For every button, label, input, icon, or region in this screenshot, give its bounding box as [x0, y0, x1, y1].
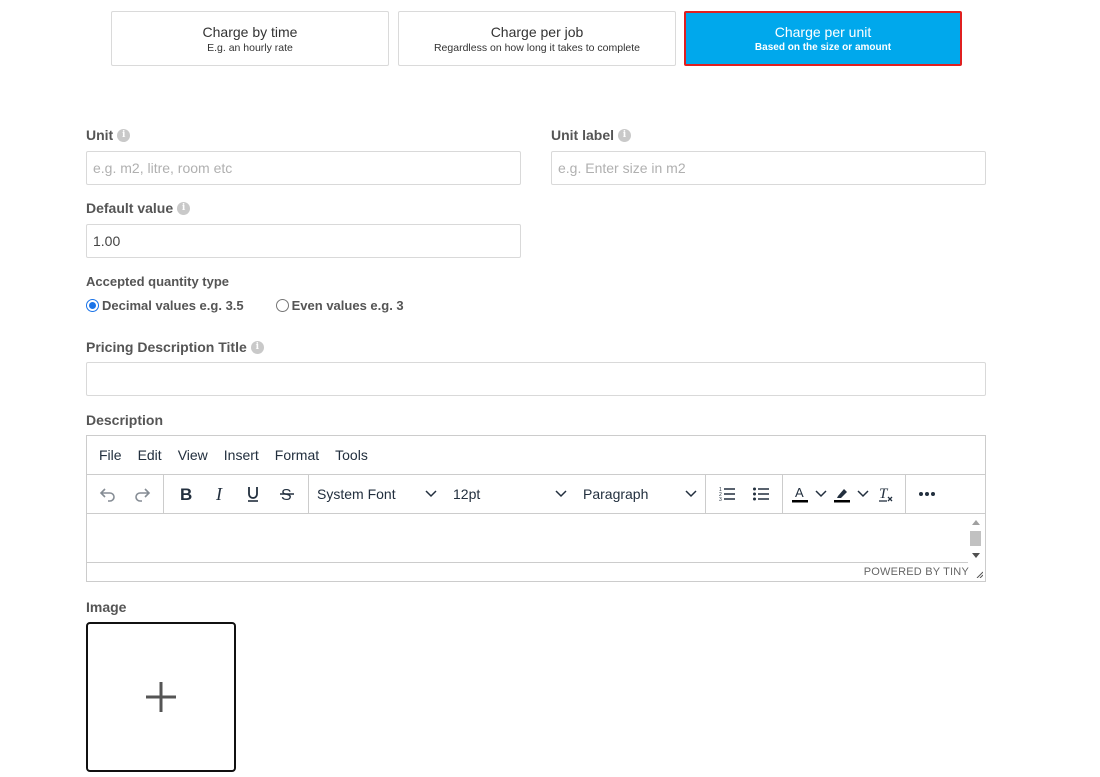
plus-icon	[146, 682, 176, 712]
font-size-select[interactable]: 12pt	[445, 479, 575, 509]
mode-card-charge-by-time[interactable]: Charge by time E.g. an hourly rate	[111, 11, 389, 66]
editor-scrollbar[interactable]	[968, 514, 985, 563]
image-label: Image	[86, 599, 126, 615]
resize-handle-icon[interactable]	[975, 570, 983, 578]
svg-text:3: 3	[719, 497, 722, 503]
unit-label-field-text: Unit label	[551, 127, 615, 143]
mode-card-charge-per-job[interactable]: Charge per job Regardless on how long it…	[398, 11, 676, 66]
default-value-label-text: Default value	[86, 200, 174, 216]
history-group	[87, 474, 164, 514]
info-icon[interactable]: i	[618, 128, 632, 142]
rich-text-editor: File Edit View Insert Format Tools B I S…	[86, 435, 986, 582]
font-family-value: System Font	[317, 486, 396, 502]
svg-text:I: I	[215, 485, 223, 503]
info-icon[interactable]: i	[117, 128, 131, 142]
list-group: 123	[706, 474, 783, 514]
color-group: A T	[783, 474, 906, 514]
default-value-label: Default value i	[86, 200, 191, 216]
clear-format-icon[interactable]: T	[871, 479, 901, 509]
menu-view[interactable]: View	[170, 436, 216, 475]
more-icon[interactable]	[910, 479, 944, 509]
font-family-select[interactable]: System Font	[309, 479, 445, 509]
unit-input[interactable]	[86, 151, 521, 185]
italic-icon[interactable]: I	[202, 479, 236, 509]
description-label: Description	[86, 412, 163, 428]
editor-menubar: File Edit View Insert Format Tools	[87, 436, 985, 475]
svg-text:B: B	[180, 485, 192, 503]
info-icon[interactable]: i	[177, 201, 191, 215]
underline-icon[interactable]	[236, 479, 270, 509]
menu-edit[interactable]: Edit	[130, 436, 170, 475]
redo-icon[interactable]	[125, 479, 159, 509]
unit-label-input[interactable]	[551, 151, 986, 185]
chevron-down-icon	[555, 490, 567, 498]
info-icon[interactable]: i	[250, 340, 264, 354]
editor-toolbar: B I S System Font 12pt Paragraph 1 2 3 A…	[87, 474, 985, 514]
pricing-description-title-input[interactable]	[86, 362, 986, 396]
editor-statusbar: POWERED BY TINY	[87, 563, 985, 580]
powered-by-link[interactable]: POWERED BY TINY	[864, 566, 969, 578]
menu-format[interactable]: Format	[267, 436, 327, 475]
radio-decimal-label: Decimal values e.g. 3.5	[102, 298, 244, 313]
more-group	[906, 475, 948, 514]
menu-file[interactable]: File	[91, 436, 130, 475]
mode-card-title: Charge by time	[202, 24, 298, 40]
default-value-input[interactable]	[86, 224, 521, 258]
bold-icon[interactable]: B	[168, 479, 202, 509]
block-format-select[interactable]: Paragraph	[575, 479, 705, 509]
scrollbar-thumb[interactable]	[970, 531, 981, 546]
mode-card-subtitle: Regardless on how long it takes to compl…	[433, 42, 641, 54]
image-label-text: Image	[86, 599, 127, 615]
chevron-down-icon	[425, 490, 437, 498]
highlight-icon[interactable]	[829, 479, 855, 509]
chevron-down-icon[interactable]	[813, 479, 829, 509]
mode-card-title: Charge per job	[490, 24, 584, 40]
mode-card-charge-per-unit[interactable]: Charge per unit Based on the size or amo…	[684, 11, 962, 66]
unit-label-field-label: Unit label i	[551, 127, 632, 143]
formatting-group: B I S	[164, 474, 309, 514]
quantity-type-radio-group: Decimal values e.g. 3.5 Even values e.g.…	[86, 298, 404, 313]
quantity-type-label-text: Accepted quantity type	[86, 274, 230, 289]
mode-card-subtitle: E.g. an hourly rate	[207, 42, 293, 54]
pricing-description-title-text: Pricing Description Title	[86, 339, 247, 355]
menu-tools[interactable]: Tools	[327, 436, 376, 475]
chevron-down-icon[interactable]	[855, 479, 871, 509]
chevron-down-icon	[685, 490, 697, 498]
unit-label-text: Unit	[86, 127, 114, 143]
strikethrough-icon[interactable]: S	[270, 479, 304, 509]
text-color-icon[interactable]: A	[787, 479, 813, 509]
radio-decimal-values[interactable]: Decimal values e.g. 3.5	[86, 298, 244, 313]
undo-icon[interactable]	[91, 479, 125, 509]
radio-even-label: Even values e.g. 3	[291, 298, 404, 313]
menu-insert[interactable]: Insert	[216, 436, 267, 475]
radio-button-checked[interactable]	[86, 299, 99, 312]
font-size-value: 12pt	[453, 486, 481, 502]
bullet-list-icon[interactable]	[744, 479, 778, 509]
scroll-up-icon[interactable]	[972, 519, 980, 525]
svg-text:S: S	[281, 487, 292, 503]
mode-card-title: Charge per unit	[774, 24, 872, 40]
mode-card-subtitle: Based on the size or amount	[754, 42, 892, 53]
quantity-type-label: Accepted quantity type	[86, 274, 229, 290]
svg-text:T: T	[879, 486, 889, 502]
pricing-description-title-label: Pricing Description Title i	[86, 339, 264, 355]
editor-content-area[interactable]	[87, 514, 985, 563]
numbered-list-icon[interactable]: 123	[710, 479, 744, 509]
scroll-down-icon[interactable]	[972, 553, 980, 559]
description-label-text: Description	[86, 412, 164, 428]
font-selects-group: System Font 12pt Paragraph	[309, 474, 706, 514]
image-upload-button[interactable]	[86, 622, 236, 772]
radio-even-values[interactable]: Even values e.g. 3	[275, 298, 404, 313]
block-format-value: Paragraph	[583, 486, 649, 502]
unit-label: Unit i	[86, 127, 131, 143]
radio-button[interactable]	[275, 299, 289, 312]
svg-text:A: A	[795, 485, 804, 500]
